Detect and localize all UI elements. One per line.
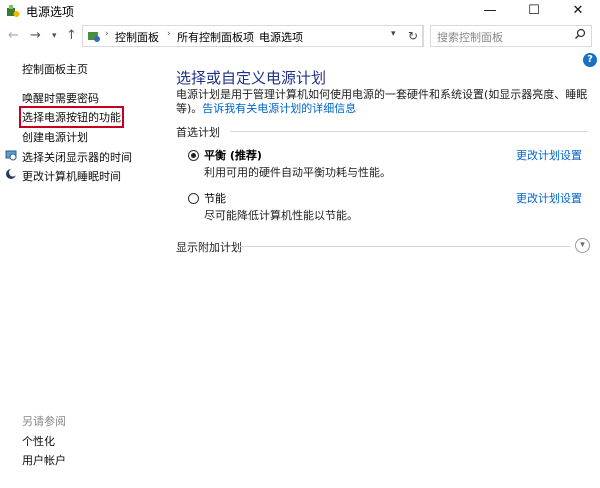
sidebar: 控制面板主页 唤醒时需要密码 选择电源按钮的功能 创建电源计划 选择关闭显示器的…	[0, 50, 160, 488]
preferred-plans-section: 首选计划	[176, 124, 588, 139]
additional-plans-section[interactable]: 显示附加计划	[176, 239, 572, 254]
balanced-plan-radio[interactable]	[188, 150, 199, 161]
see-also-title: 另请参阅	[22, 415, 66, 428]
back-arrow-icon[interactable]: ←	[8, 28, 19, 43]
power-saver-plan-description: 尽可能降低计算机性能以节能。	[204, 209, 358, 222]
control-panel-icon	[88, 32, 100, 42]
section-divider	[230, 131, 588, 132]
breadcrumb-separator-icon: ›	[167, 29, 171, 39]
search-icon[interactable]	[574, 28, 586, 40]
power-saver-plan-name[interactable]: 节能	[204, 190, 226, 206]
window-title: 电源选项	[26, 5, 75, 19]
power-plan-info-link[interactable]: 告诉我有关电源计划的详细信息	[202, 102, 356, 115]
breadcrumb-power-options[interactable]: 电源选项	[259, 29, 303, 45]
power-saver-plan-radio[interactable]	[188, 193, 199, 204]
monitor-icon	[5, 150, 17, 161]
page-title: 选择或自定义电源计划	[176, 69, 327, 87]
preferred-plans-title: 首选计划	[176, 126, 220, 139]
address-dropdown-icon[interactable]: ▾	[391, 29, 396, 39]
sidebar-item-create-plan[interactable]: 创建电源计划	[22, 129, 88, 145]
balanced-change-settings-link[interactable]: 更改计划设置	[516, 147, 582, 163]
recent-locations-dropdown-icon[interactable]: ▾	[52, 31, 57, 41]
address-box[interactable]: › 控制面板 › 所有控制面板项 › 电源选项 ▾	[82, 25, 424, 47]
title-bar: 电源选项 — ☐ ✕	[0, 0, 600, 23]
breadcrumb-control-panel[interactable]: 控制面板	[115, 29, 159, 45]
search-input[interactable]: 搜索控制面板	[437, 29, 503, 45]
balanced-plan-description: 利用可用的硬件自动平衡功耗与性能。	[204, 166, 391, 179]
help-icon[interactable]: ?	[583, 53, 597, 67]
forward-arrow-icon[interactable]: →	[30, 28, 41, 43]
minimize-button[interactable]: —	[468, 0, 512, 22]
see-also-personalization[interactable]: 个性化	[22, 433, 55, 449]
additional-plans-title[interactable]: 显示附加计划	[176, 241, 242, 254]
sidebar-item-home[interactable]: 控制面板主页	[22, 61, 88, 77]
sidebar-item-power-button[interactable]: 选择电源按钮的功能	[19, 106, 124, 128]
chevron-down-icon[interactable]: ▾	[575, 238, 590, 253]
section-divider	[240, 246, 570, 247]
sidebar-item-display-off[interactable]: 选择关闭显示器的时间	[22, 149, 132, 165]
breadcrumb-separator-icon: ›	[105, 29, 109, 39]
moon-icon	[6, 168, 17, 179]
search-box[interactable]: 搜索控制面板	[430, 25, 592, 47]
breadcrumb-separator-icon: ›	[249, 29, 253, 39]
up-arrow-icon[interactable]: ↑	[66, 28, 77, 43]
address-bar: ← → ▾ ↑ › 控制面板 › 所有控制面板项 › 电源选项 ▾ ↻ 搜索控制…	[0, 22, 600, 50]
see-also-user-accounts[interactable]: 用户帐户	[22, 452, 66, 468]
balanced-plan-name[interactable]: 平衡 (推荐)	[204, 147, 262, 163]
maximize-button[interactable]: ☐	[512, 0, 556, 22]
page-description: 电源计划是用于管理计算机如何使用电源的一套硬件和系统设置(如显示器亮度、睡眠等)…	[176, 88, 588, 116]
breadcrumb-all-items[interactable]: 所有控制面板项	[177, 29, 254, 45]
close-button[interactable]: ✕	[556, 0, 600, 22]
sidebar-item-wake-password[interactable]: 唤醒时需要密码	[22, 90, 99, 106]
power-options-icon	[7, 5, 20, 17]
power-saver-change-settings-link[interactable]: 更改计划设置	[516, 190, 582, 206]
refresh-icon[interactable]: ↻	[404, 25, 423, 47]
sidebar-item-sleep-time[interactable]: 更改计算机睡眠时间	[22, 168, 121, 184]
